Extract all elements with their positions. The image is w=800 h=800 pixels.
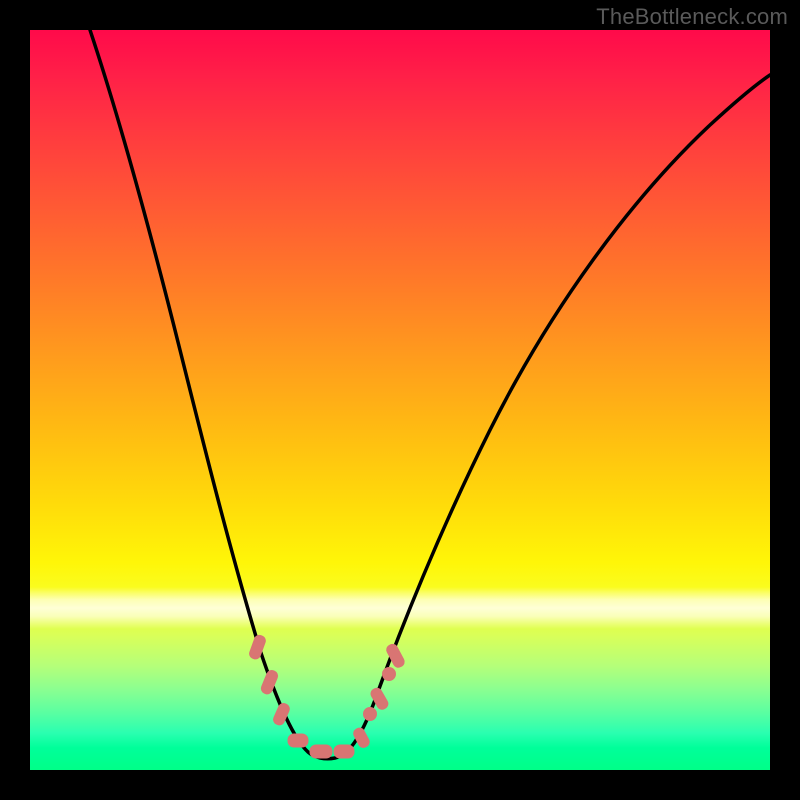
curve-layer <box>30 30 770 770</box>
bottleneck-curve-line <box>90 30 770 759</box>
plot-area <box>30 30 770 770</box>
watermark-text: TheBottleneck.com <box>596 4 788 30</box>
highlight-markers <box>248 634 406 758</box>
